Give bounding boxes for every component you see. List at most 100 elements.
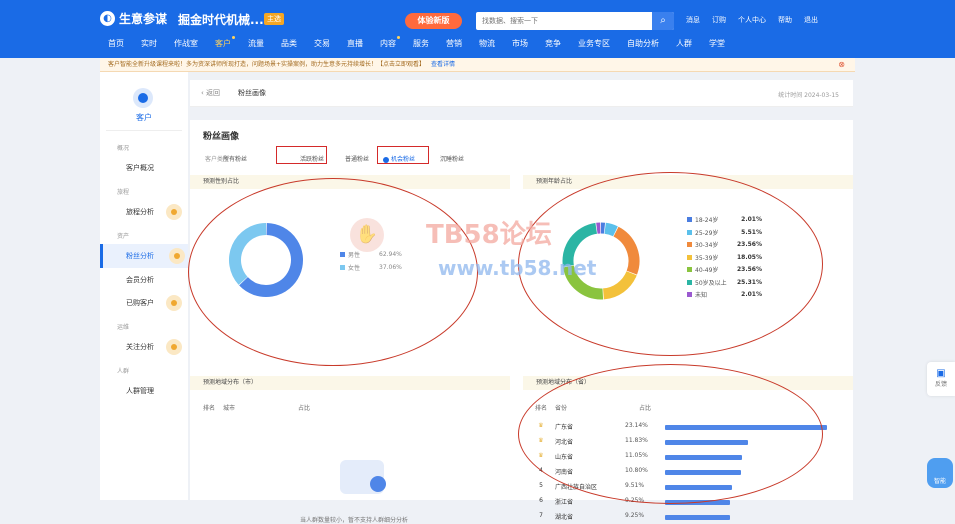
nav-item[interactable]: 服务 xyxy=(413,38,429,49)
province-share: 9.25% xyxy=(625,512,644,519)
city-col-share: 占比 xyxy=(298,403,310,412)
nav-item[interactable]: 首页 xyxy=(108,38,124,49)
top-links: 消息 订购 个人中心 帮助 退出 xyxy=(686,15,818,25)
hot-icon xyxy=(166,295,182,311)
sidebar-item-label: 人群管理 xyxy=(126,387,154,395)
notice-detail-link[interactable]: 查看详情 xyxy=(431,61,455,68)
compass-icon: ◐ xyxy=(100,11,115,26)
page-header: ‹ 返回 粉丝画像 统计时间 2024-03-15 xyxy=(190,80,853,107)
rank-number: 7 xyxy=(535,512,547,519)
main-nav: 首页 实时 作战室 客户 流量 品类 交易 直播 内容 服务 营销 物流 市场 竞争 业务专区 自助分析 人群 学… xyxy=(108,38,742,49)
nav-item[interactable]: 物流 xyxy=(479,38,495,49)
filter-tab-dormant[interactable]: 沉睡粉丝 xyxy=(440,154,464,163)
sidebar-item-customer-overview[interactable]: 客户概况 xyxy=(100,156,188,180)
sidebar-item-label: 粉丝分析 xyxy=(126,252,154,260)
back-label: 返回 xyxy=(206,89,220,97)
watermark-title: TB58论坛 xyxy=(426,214,552,251)
nav-item[interactable]: 业务专区 xyxy=(578,38,610,49)
new-version-label: 体验新版 xyxy=(418,16,450,25)
sidebar-item-follow-analysis[interactable]: 关注分析 xyxy=(100,335,188,359)
city-panel-title: 预测地域分布（市） xyxy=(190,376,510,390)
nav-item[interactable]: 作战室 xyxy=(174,38,198,49)
sidebar-group-assets: 资产 xyxy=(117,231,129,240)
sidebar-item-label: 旅程分析 xyxy=(126,208,154,216)
empty-illustration-icon xyxy=(340,460,384,494)
nav-item[interactable]: 流量 xyxy=(248,38,264,49)
sidebar-item-label: 已购客户 xyxy=(126,299,154,307)
rank-number: 5 xyxy=(535,482,547,489)
logout-link[interactable]: 退出 xyxy=(804,15,818,25)
sidebar-item-fan-analysis[interactable]: 粉丝分析 xyxy=(100,244,188,268)
subscribe-link[interactable]: 订购 xyxy=(712,15,726,25)
back-link[interactable]: ‹ 返回 xyxy=(201,88,220,98)
shop-name[interactable]: 掘金时代机械... xyxy=(178,11,264,28)
chat-icon: ▣ xyxy=(927,368,955,379)
shop-tag-badge: 主选 xyxy=(264,13,284,25)
city-col-name: 城市 xyxy=(223,403,235,412)
nav-item[interactable]: 学堂 xyxy=(709,38,725,49)
sidebar-item-label: 会员分析 xyxy=(126,276,154,284)
sidebar-item-label: 客户概况 xyxy=(126,164,154,172)
fan-profile-card: 粉丝画像 客户类型 所有粉丝 活跃粉丝 普通粉丝 机会粉丝 沉睡粉丝 预测性别占… xyxy=(190,120,853,500)
nav-item[interactable]: 交易 xyxy=(314,38,330,49)
nav-item[interactable]: 营销 xyxy=(446,38,462,49)
annotation-ellipse xyxy=(188,178,478,366)
help-link[interactable]: 帮助 xyxy=(778,15,792,25)
rank-number: 6 xyxy=(535,497,547,504)
annotation-ellipse xyxy=(518,364,823,504)
sidebar: 客户 概况 客户概况 旅程 旅程分析 资产 粉丝分析 会员分析 已购客户 运维 … xyxy=(100,72,188,500)
sidebar-item-journey-analysis[interactable]: 旅程分析 xyxy=(100,200,188,224)
province-name: 湖北省 xyxy=(555,512,573,521)
nav-item[interactable]: 直播 xyxy=(347,38,363,49)
filter-tab-all[interactable]: 所有粉丝 xyxy=(223,154,247,163)
stat-time: 统计时间 2024-03-15 xyxy=(778,90,839,99)
assistant-label: 智能 xyxy=(934,478,946,485)
province-share-bar xyxy=(665,515,730,520)
try-new-version-button[interactable]: 体验新版 xyxy=(405,13,462,29)
watermark-hand-icon: ✋ xyxy=(350,218,384,252)
sidebar-item-crowd-management[interactable]: 人群管理 xyxy=(100,379,188,403)
nav-item[interactable]: 市场 xyxy=(512,38,528,49)
nav-item[interactable]: 自助分析 xyxy=(627,38,659,49)
empty-state-text: 当人群数量较小，暂不支持人群细分分析 xyxy=(300,515,408,524)
sidebar-item-member-analysis[interactable]: 会员分析 xyxy=(100,268,188,292)
nav-item[interactable]: 内容 xyxy=(380,38,396,49)
annotation-box xyxy=(377,146,429,164)
app-logo[interactable]: ◐ 生意参谋 xyxy=(100,10,167,27)
main-content: ‹ 返回 粉丝画像 统计时间 2024-03-15 粉丝画像 客户类型 所有粉丝… xyxy=(190,80,853,500)
sidebar-group-journey: 旅程 xyxy=(117,187,129,196)
top-bar: ◐ 生意参谋 掘金时代机械... 主选 体验新版 ⌕ 消息 订购 个人中心 帮助… xyxy=(0,0,955,58)
message-link[interactable]: 消息 xyxy=(686,15,700,25)
hot-icon xyxy=(166,339,182,355)
new-dot-icon xyxy=(397,36,400,39)
page-title: 粉丝画像 xyxy=(238,88,266,98)
notice-text: 客户智能全新升级课程来啦！多为资深讲师所现打造，问题场景+实操案例，助力生意多元… xyxy=(108,61,425,68)
search-input[interactable] xyxy=(476,12,652,30)
personal-center-link[interactable]: 个人中心 xyxy=(738,15,766,25)
sidebar-group-overview: 概况 xyxy=(117,143,129,152)
province-row: 7 湖北省 9.25% xyxy=(535,512,835,524)
sidebar-item-label: 关注分析 xyxy=(126,343,154,351)
sidebar-title: 客户 xyxy=(100,112,188,123)
filter-tab-normal[interactable]: 普通粉丝 xyxy=(345,154,369,163)
city-col-rank: 排名 xyxy=(203,403,215,412)
app-name: 生意参谋 xyxy=(119,10,167,27)
card-title: 粉丝画像 xyxy=(203,129,239,142)
feedback-button[interactable]: ▣ 反馈 xyxy=(927,362,955,396)
sidebar-item-purchased-customers[interactable]: 已购客户 xyxy=(100,291,188,315)
close-icon[interactable]: ⊗ xyxy=(838,58,845,72)
notice-bar: 客户智能全新升级课程来啦！多为资深讲师所现打造，问题场景+实操案例，助力生意多元… xyxy=(100,58,855,72)
sidebar-group-crowd: 人群 xyxy=(117,366,129,375)
nav-item[interactable]: 竞争 xyxy=(545,38,561,49)
nav-item[interactable]: 品类 xyxy=(281,38,297,49)
search-box: ⌕ xyxy=(476,12,674,30)
search-icon[interactable]: ⌕ xyxy=(652,12,674,30)
divider xyxy=(106,130,182,131)
customer-icon xyxy=(133,88,153,108)
hot-icon xyxy=(169,248,185,264)
assistant-button[interactable]: 智能 xyxy=(927,458,953,488)
nav-item[interactable]: 人群 xyxy=(676,38,692,49)
watermark-url: www.tb58.net xyxy=(438,256,596,280)
nav-item[interactable]: 客户 xyxy=(215,38,231,49)
nav-item[interactable]: 实时 xyxy=(141,38,157,49)
